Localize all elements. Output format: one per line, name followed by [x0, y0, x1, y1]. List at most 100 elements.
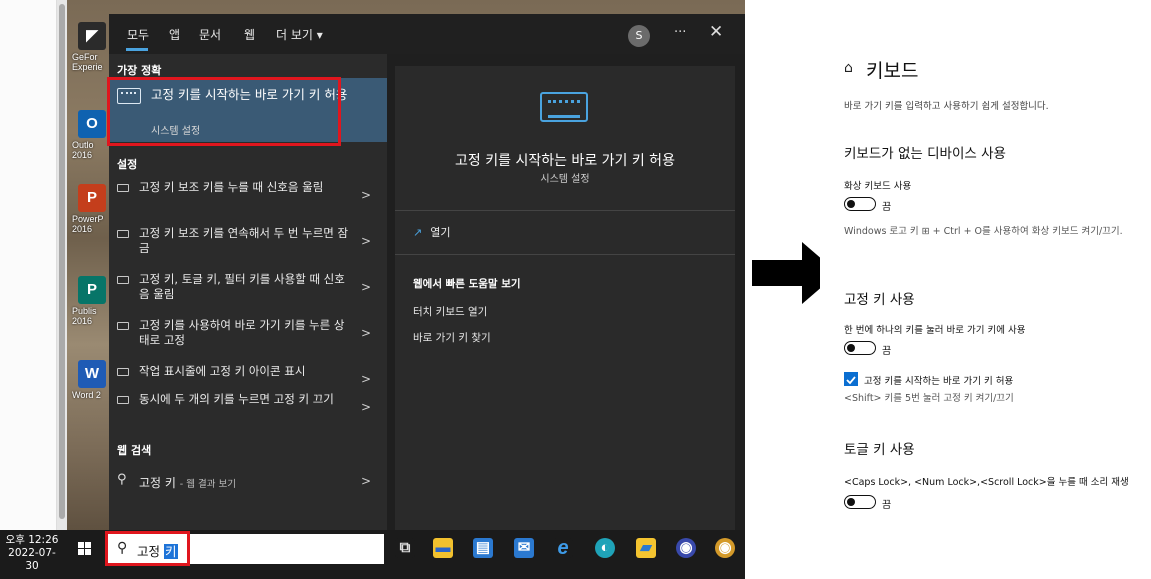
sticky-keys-toggle[interactable] [844, 341, 876, 355]
toggle-state-label: 끔 [882, 202, 892, 213]
chevron-right-icon[interactable]: > [361, 474, 371, 488]
web-query: 고정 키 [139, 476, 176, 490]
settings-result-item[interactable]: 고정 키 보조 키를 연속해서 두 번 누르면 잠금 > [109, 226, 387, 268]
settings-result-label: 고정 키 보조 키를 누를 때 신호음 울림 [139, 180, 324, 194]
tab-web[interactable]: 웹 [244, 26, 255, 43]
publisher-icon: P [78, 276, 106, 304]
settings-result-label: 고정 키를 사용하여 바로 가기 키를 누른 상태로 고정 [139, 318, 345, 347]
tab-all[interactable]: 모두 [127, 26, 149, 43]
keyboard-icon [117, 276, 129, 284]
section-heading-sticky-keys: 고정 키 사용 [844, 292, 915, 308]
active-tab-indicator [126, 48, 148, 51]
internet-explorer-icon[interactable]: e [553, 538, 573, 558]
chrome-canary-icon[interactable]: ◉ [676, 538, 696, 558]
background-window [0, 0, 57, 530]
preview-pane: 고정 키를 시작하는 바로 가기 키 허용 시스템 설정 ↗ 열기 웹에서 빠른 … [395, 66, 735, 530]
settings-result-item[interactable]: 동시에 두 개의 키를 누르면 고정 키 끄기 > [109, 392, 387, 434]
chevron-right-icon[interactable]: > [361, 372, 371, 386]
search-icon: ⚲ [117, 472, 127, 487]
home-icon[interactable]: ⌂ [844, 60, 853, 76]
onscreen-keyboard-label: 화상 키보드 사용 [844, 181, 912, 192]
settings-result-label: 고정 키, 토글 키, 필터 키를 사용할 때 신호음 울림 [139, 272, 345, 301]
open-action[interactable]: ↗ 열기 [413, 224, 450, 240]
divider [395, 254, 735, 255]
keyboard-icon [117, 396, 129, 404]
sticky-keys-label: 한 번에 하나의 키를 눌러 바로 가기 키에 사용 [844, 325, 1026, 336]
tab-apps[interactable]: 앱 [169, 26, 180, 43]
tab-documents[interactable]: 문서 [199, 26, 221, 43]
toggle-keys-label: <Caps Lock>, <Num Lock>,<Scroll Lock>을 누… [844, 477, 1129, 488]
toggle-knob [847, 343, 855, 352]
settings-result-label: 동시에 두 개의 키를 누르면 고정 키 끄기 [139, 392, 334, 406]
search-tabs: 모두 앱 문서 웹 더 보기 ▾ S ··· ✕ [109, 14, 745, 54]
toggle-knob [847, 497, 855, 506]
preview-title: 고정 키를 시작하는 바로 가기 키 허용 [455, 153, 675, 169]
onscreen-keyboard-note: Windows 로고 키 ⊞ + Ctrl + O를 사용하여 화상 키보드 켜… [844, 226, 1123, 237]
chevron-right-icon[interactable]: > [361, 280, 371, 294]
mail-icon[interactable]: ✉ [514, 538, 534, 558]
web-result-suffix: - 웹 결과 보기 [179, 479, 236, 490]
web-search-heading: 웹 검색 [117, 444, 152, 457]
settings-result-item[interactable]: 고정 키, 토글 키, 필터 키를 사용할 때 신호음 울림 > [109, 272, 387, 314]
highlight-box [107, 77, 341, 146]
task-view-icon[interactable]: ⧉ [395, 538, 415, 558]
results-list: 가장 정확 고정 키를 시작하는 바로 가기 키 허용 시스템 설정 설정 고정… [107, 54, 387, 530]
sticky-keys-shortcut-label: 고정 키를 시작하는 바로 가기 키 허용 [864, 376, 1014, 387]
chevron-right-icon[interactable]: > [361, 326, 371, 340]
toggle-state-label: 끔 [882, 346, 892, 357]
clock[interactable]: 오후 12:26 2022-07-30 [4, 534, 60, 573]
keyboard-icon [540, 92, 588, 122]
web-search-result[interactable]: ⚲ 고정 키 - 웹 결과 보기 > [109, 472, 387, 496]
help-link-shortcut-keys[interactable]: 바로 가기 키 찾기 [413, 330, 491, 345]
chevron-right-icon[interactable]: > [361, 400, 371, 414]
keyboard-settings-panel: ⌂ 키보드 바로 가기 키를 입력하고 사용하기 쉽게 설정합니다. 키보드가 … [820, 0, 1151, 579]
page-description: 바로 가기 키를 입력하고 사용하기 쉽게 설정합니다. [844, 101, 1049, 112]
search-panel: 모두 앱 문서 웹 더 보기 ▾ S ··· ✕ 가장 정확 고정 키를 시작하… [107, 14, 745, 530]
sticky-keys-note: <Shift> 키를 5번 눌러 고정 키 켜기/끄기 [844, 393, 1014, 404]
settings-result-label: 고정 키 보조 키를 연속해서 두 번 누르면 잠금 [139, 226, 349, 255]
section-heading-onscreen: 키보드가 없는 디바이스 사용 [844, 146, 1006, 162]
open-label: 열기 [430, 226, 451, 239]
settings-result-label: 작업 표시줄에 고정 키 아이콘 표시 [139, 364, 306, 378]
avatar[interactable]: S [628, 25, 650, 47]
search-screenshot: ◤ GeFor Experie O Outlo 2016 P PowerP 20… [0, 0, 745, 579]
keyboard-icon [117, 230, 129, 238]
toggle-knob [847, 199, 855, 208]
help-link-touch-keyboard[interactable]: 터치 키보드 열기 [413, 304, 487, 319]
best-match-heading: 가장 정확 [117, 64, 162, 77]
edge-icon[interactable]: ◐ [595, 538, 615, 558]
geforce-icon: ◤ [78, 22, 106, 50]
chrome-canary-icon[interactable]: ◉ [715, 538, 735, 558]
sticky-keys-shortcut-checkbox[interactable] [844, 372, 858, 386]
preview-subtitle: 시스템 설정 [540, 174, 590, 185]
windows-start-icon[interactable] [78, 542, 92, 556]
settings-result-item[interactable]: 고정 키 보조 키를 누를 때 신호음 울림 > [109, 180, 387, 222]
onscreen-keyboard-toggle[interactable] [844, 197, 876, 211]
more-options-button[interactable]: ··· [674, 25, 686, 40]
keyboard-icon [117, 322, 129, 330]
chevron-right-icon[interactable]: > [361, 188, 371, 202]
check-icon [846, 376, 856, 385]
scrollbar[interactable] [57, 0, 67, 530]
page-title: 키보드 [866, 60, 919, 82]
store-icon[interactable]: ▤ [473, 538, 493, 558]
settings-heading: 설정 [117, 158, 138, 171]
section-heading-toggle-keys: 토글 키 사용 [844, 442, 915, 458]
chevron-right-icon[interactable]: > [361, 234, 371, 248]
highlight-box [105, 531, 190, 566]
outlook-icon: O [78, 110, 106, 138]
file-explorer-icon[interactable]: ▬ [433, 538, 453, 558]
clock-time: 오후 12:26 [5, 534, 59, 546]
open-icon: ↗ [413, 226, 423, 239]
close-button[interactable]: ✕ [709, 22, 723, 42]
clock-date: 2022-07-30 [8, 547, 56, 572]
divider [395, 210, 735, 211]
tab-more[interactable]: 더 보기 ▾ [276, 26, 323, 43]
settings-result-item[interactable]: 고정 키를 사용하여 바로 가기 키를 누른 상태로 고정 > [109, 318, 387, 360]
powerpoint-icon: P [78, 184, 106, 212]
sticky-notes-icon[interactable]: ▰ [636, 538, 656, 558]
help-heading: 웹에서 빠른 도움말 보기 [413, 278, 521, 290]
toggle-keys-toggle[interactable] [844, 495, 876, 509]
scrollbar-thumb[interactable] [59, 4, 65, 519]
keyboard-icon [117, 184, 129, 192]
